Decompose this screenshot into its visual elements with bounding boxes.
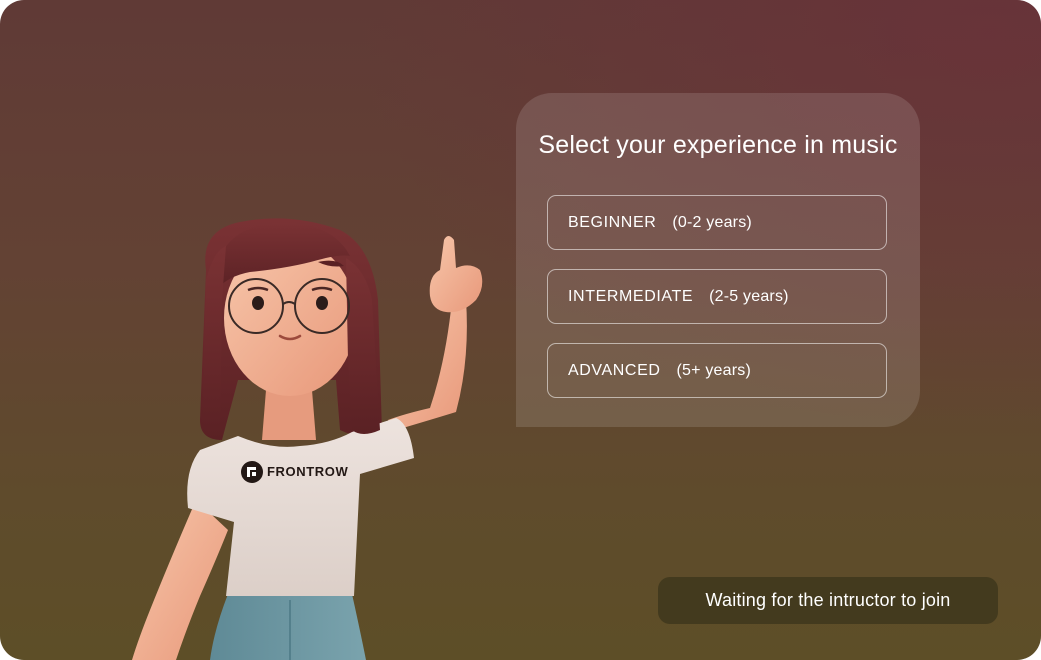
option-intermediate[interactable]: INTERMEDIATE (2-5 years) (547, 269, 887, 324)
option-level-label: BEGINNER (568, 213, 657, 231)
option-level-label: ADVANCED (568, 361, 661, 379)
option-years-label: (0-2 years) (672, 213, 752, 231)
option-level-label: INTERMEDIATE (568, 287, 694, 305)
option-beginner[interactable]: BEGINNER (0-2 years) (547, 195, 887, 250)
frontrow-logo (241, 461, 263, 483)
experience-prompt-card: Select your experience in music BEGINNER… (516, 93, 920, 427)
option-advanced[interactable]: ADVANCED (5+ years) (547, 343, 887, 398)
waiting-status-badge: Waiting for the intructor to join (658, 577, 998, 624)
shirt-brand-text: FRONTROW (267, 464, 349, 479)
option-years-label: (2-5 years) (709, 287, 789, 305)
jeans (210, 594, 366, 660)
prompt-title: Select your experience in music (538, 131, 898, 159)
right-hand (429, 236, 483, 313)
t-shirt (187, 418, 414, 596)
onboarding-screen: FRONTROW Select your experience in music… (0, 0, 1041, 660)
eye-right (316, 296, 328, 310)
option-years-label: (5+ years) (676, 361, 751, 379)
right-arm (388, 300, 467, 430)
neck (262, 390, 316, 440)
left-arm (132, 500, 228, 660)
eye-left (252, 296, 264, 310)
